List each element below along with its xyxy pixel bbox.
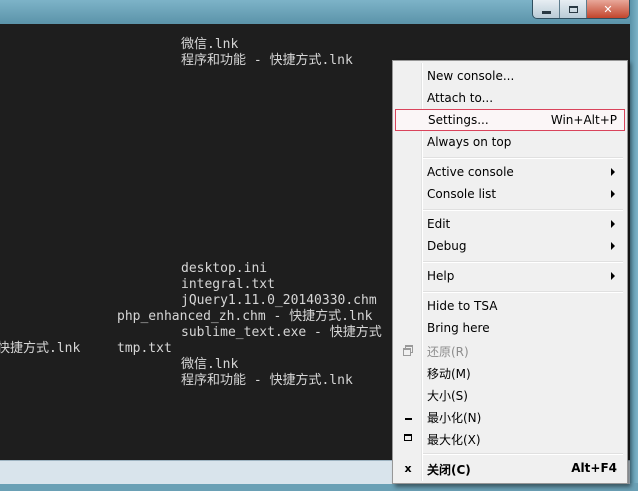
window-frame-bottom xyxy=(0,483,638,491)
menu-separator xyxy=(423,157,623,159)
menu-item-attach-to[interactable]: Attach to... xyxy=(395,87,625,109)
console-line: 微信.lnk xyxy=(181,37,239,52)
menu-separator xyxy=(423,291,623,293)
console-line: 程序和功能 - 快捷方式.lnk xyxy=(181,373,353,388)
console-line: php_enhanced_zh.chm - 快捷方式.lnk xyxy=(117,309,373,324)
menu-separator xyxy=(423,453,623,455)
menu-item-move[interactable]: 移动(M) xyxy=(395,361,625,383)
submenu-arrow-icon xyxy=(611,168,615,176)
menu-item-console-list[interactable]: Console list xyxy=(395,183,625,205)
minimize-icon xyxy=(402,410,414,422)
close-button[interactable]: ✕ xyxy=(587,0,629,18)
menu-item-always-on-top[interactable]: Always on top xyxy=(395,131,625,153)
menu-item-new-console[interactable]: New console... xyxy=(395,65,625,87)
maximize-button[interactable] xyxy=(560,0,587,18)
submenu-arrow-icon xyxy=(611,242,615,250)
menu-item-label: Bring here xyxy=(427,321,490,335)
menu-item-label: Always on top xyxy=(427,135,512,149)
menu-item-maximize[interactable]: 最大化(X) xyxy=(395,427,625,449)
menu-item-bring-here[interactable]: Bring here xyxy=(395,317,625,339)
console-line: desktop.ini xyxy=(181,261,268,276)
menu-item-shortcut: Alt+F4 xyxy=(571,461,617,475)
menu-item-label: Console list xyxy=(427,187,497,201)
menu-item-edit[interactable]: Edit xyxy=(395,213,625,235)
menu-item-label: Active console xyxy=(427,165,514,179)
menu-item-label: Help xyxy=(427,269,455,283)
menu-item-label: Settings... xyxy=(428,113,489,127)
restore-icon xyxy=(402,344,414,356)
console-line: sublime_text.exe - 快捷方式 xyxy=(181,325,382,340)
context-menu: New console... Attach to... Settings... … xyxy=(392,60,628,484)
console-line: 微信.lnk xyxy=(181,357,239,372)
menu-item-minimize[interactable]: 最小化(N) xyxy=(395,405,625,427)
menu-item-close[interactable]: x 关闭(C) Alt+F4 xyxy=(395,457,625,479)
menu-item-label: New console... xyxy=(427,69,515,83)
menu-item-shortcut: Win+Alt+P xyxy=(550,113,617,127)
submenu-arrow-icon xyxy=(611,272,615,280)
menu-item-label: Attach to... xyxy=(427,91,494,105)
window-frame-right xyxy=(630,0,638,491)
submenu-arrow-icon xyxy=(611,220,615,228)
submenu-arrow-icon xyxy=(611,190,615,198)
menu-item-label: 最大化(X) xyxy=(427,433,481,447)
menu-item-debug[interactable]: Debug xyxy=(395,235,625,257)
minimize-icon xyxy=(541,10,551,14)
console-line: jQuery1.11.0_20140330.chm xyxy=(181,293,377,308)
console-line: integral.txt xyxy=(181,277,275,292)
menu-item-label: 还原(R) xyxy=(427,345,469,359)
menu-item-size[interactable]: 大小(S) xyxy=(395,383,625,405)
menu-item-settings[interactable]: Settings... Win+Alt+P xyxy=(395,109,625,131)
maximize-icon xyxy=(402,432,414,444)
menu-item-help[interactable]: Help xyxy=(395,265,625,287)
console-line: tmp.txt xyxy=(117,341,172,356)
menu-item-label: 移动(M) xyxy=(427,367,471,381)
minimize-button[interactable] xyxy=(533,0,560,18)
menu-item-label: 关闭(C) xyxy=(427,463,471,477)
menu-item-active-console[interactable]: Active console xyxy=(395,161,625,183)
close-icon: ✕ xyxy=(603,2,613,16)
maximize-icon xyxy=(568,5,578,13)
menu-separator xyxy=(423,261,623,263)
console-line: 程序和功能 - 快捷方式.lnk xyxy=(181,53,353,68)
menu-item-restore: 还原(R) xyxy=(395,339,625,361)
menu-item-label: 大小(S) xyxy=(427,389,468,403)
console-line: 快捷方式.lnk xyxy=(0,341,81,356)
menu-item-label: Hide to TSA xyxy=(427,299,498,313)
menu-separator xyxy=(423,209,623,211)
menu-item-hide-to-tsa[interactable]: Hide to TSA xyxy=(395,295,625,317)
close-icon: x xyxy=(404,461,412,475)
menu-item-label: 最小化(N) xyxy=(427,411,482,425)
menu-item-label: Edit xyxy=(427,217,451,231)
caption-buttons: ✕ xyxy=(532,0,630,19)
menu-item-label: Debug xyxy=(427,239,467,253)
